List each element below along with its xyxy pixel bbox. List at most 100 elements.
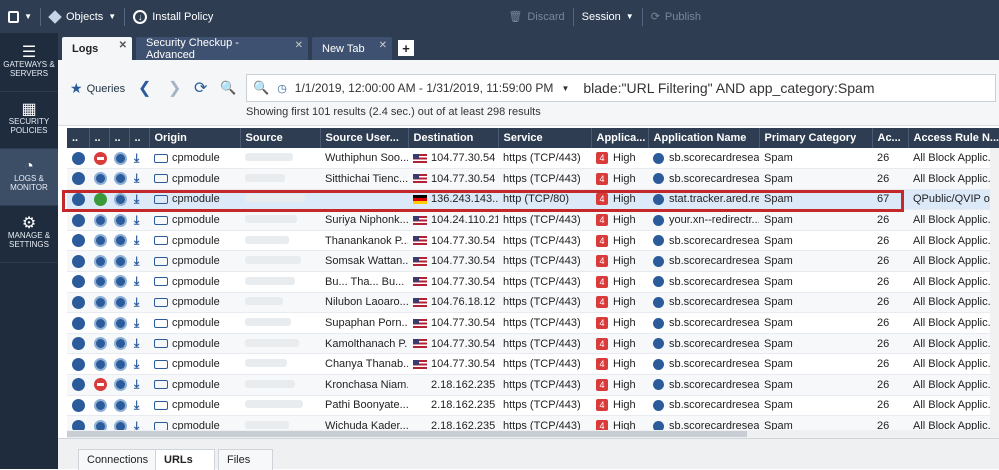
query-text[interactable]: blade:"URL Filtering" AND app_category:S…: [583, 80, 874, 96]
rule-cell: QPublic/QVIP o...: [908, 189, 999, 211]
column-header[interactable]: Source: [240, 128, 321, 148]
destination-cell: 2.18.162.235: [408, 374, 498, 396]
tab-files[interactable]: Files: [218, 449, 273, 470]
discard-button[interactable]: 🗑 Discard: [500, 0, 572, 33]
close-icon[interactable]: ✕: [119, 40, 127, 51]
time-range[interactable]: 1/1/2019, 12:00:00 AM - 1/31/2019, 11:59…: [295, 81, 554, 95]
queries-button[interactable]: ★ Queries: [70, 80, 125, 97]
risk-cell: 4 High: [591, 148, 648, 170]
source-cell: [240, 312, 320, 334]
table-row[interactable]: ⤓ cpmodule Sitthichai Tienc... 104.77.30.54…: [67, 168, 999, 190]
clock-icon: ◷: [277, 82, 287, 95]
tab-new-tab[interactable]: New Tab ✕: [312, 37, 392, 60]
country-flag-icon: [413, 298, 427, 308]
table-row[interactable]: ⤓ cpmodule Kamolthanach P... 104.77.30.54 ht…: [67, 333, 999, 355]
close-icon[interactable]: ✕: [295, 40, 303, 51]
ac-text: 26: [877, 399, 890, 412]
table-row[interactable]: ⤓ cpmodule Chanya Thanab... 104.77.30.54 htt…: [67, 353, 999, 376]
table-row[interactable]: ⤓ cpmodule Wuthiphun Soo... 104.77.30.54 htt…: [67, 148, 999, 170]
application-icon: [653, 358, 664, 370]
tab-urls[interactable]: URLs: [155, 449, 215, 470]
risk-cell: 4 High: [591, 353, 648, 376]
block-icon: [94, 151, 107, 165]
refresh-icon[interactable]: ⟳: [194, 78, 207, 98]
log-search-box[interactable]: 🔍 ◷ 1/1/2019, 12:00:00 AM - 1/31/2019, 1…: [246, 74, 996, 102]
application-text: sb.scorecardresea...: [669, 337, 759, 350]
sidebar-item-manage-settings[interactable]: ⚙ MANAGE & SETTINGS: [0, 206, 58, 263]
download-icon: ⤓: [134, 171, 140, 186]
origin-text: cpmodule: [172, 152, 220, 165]
vertical-scrollbar[interactable]: [990, 148, 999, 430]
column-header[interactable]: Service: [498, 128, 592, 148]
table-row[interactable]: ⤓ cpmodule Supaphan Porn... 104.77.30.54 htt…: [67, 312, 999, 334]
session-menu[interactable]: Session ▼: [574, 0, 642, 33]
origin-text: cpmodule: [172, 255, 220, 268]
back-arrow-icon[interactable]: ❮: [138, 78, 151, 98]
chevron-down-icon[interactable]: ▼: [561, 84, 569, 93]
objects-menu[interactable]: Objects ▼: [41, 0, 124, 33]
risk-cell: 4 High: [591, 292, 648, 314]
tab-connections[interactable]: Connections: [78, 449, 158, 470]
application-icon: [653, 379, 664, 391]
origin-cell: cpmodule: [149, 209, 240, 231]
scrollbar-thumb[interactable]: [67, 431, 747, 437]
country-flag-icon: [413, 236, 427, 246]
rule-text: All Block Applic...: [913, 152, 997, 165]
risk-cell: 4 High: [591, 374, 648, 396]
download-cell: ⤓: [129, 250, 149, 273]
source-cell: [240, 168, 320, 190]
close-icon[interactable]: ✕: [379, 40, 387, 51]
horizontal-scrollbar[interactable]: [67, 430, 999, 438]
column-header[interactable]: Primary Category: [759, 128, 873, 148]
column-header[interactable]: Origin: [149, 128, 241, 148]
selection-highlight: [62, 190, 904, 212]
app-menu-button[interactable]: ▼: [0, 0, 40, 33]
table-row[interactable]: ⤓ cpmodule Suriya Niphonk... 104.24.110.218…: [67, 209, 999, 231]
action-cell: [89, 395, 109, 417]
session-label: Session: [581, 10, 621, 23]
gauge-icon: ◔: [24, 158, 34, 175]
sidebar-item-logs-monitor[interactable]: ◔ LOGS & MONITOR: [0, 149, 58, 206]
table-row[interactable]: ⤓ cpmodule Nilubon Laoaro... 104.76.18.12 ht…: [67, 292, 999, 314]
origin-text: cpmodule: [172, 358, 220, 371]
table-row[interactable]: ⤓ cpmodule Bu... Tha... Bu... 104.77.30.54 h…: [67, 271, 999, 293]
column-header[interactable]: ..: [89, 128, 110, 148]
sidebar-item-gateways[interactable]: ☰ GATEWAYS & SERVERS: [0, 35, 58, 92]
table-row[interactable]: ⤓ cpmodule Thanankanok P... 104.77.30.54 htt…: [67, 230, 999, 252]
chevron-down-icon: ▼: [108, 12, 117, 21]
column-header[interactable]: Destination: [408, 128, 499, 148]
search-options-icon[interactable]: 🔍: [220, 80, 236, 96]
source-cell: [240, 353, 320, 376]
origin-text: cpmodule: [172, 172, 220, 185]
column-header[interactable]: Source User...: [320, 128, 409, 148]
column-header[interactable]: ..: [129, 128, 150, 148]
column-header[interactable]: Application Name: [648, 128, 760, 148]
tab-logs[interactable]: Logs ✕: [62, 37, 132, 60]
table-row[interactable]: ⤓ cpmodule Pathi Boonyate... 2.18.162.235 ht…: [67, 395, 999, 417]
rule-cell: All Block Applic...: [908, 395, 999, 417]
action-cell: [89, 230, 109, 252]
sidebar-item-security-policies[interactable]: ▦ SECURITY POLICIES: [0, 92, 58, 149]
column-header[interactable]: ..: [109, 128, 130, 148]
gateway-icon: [154, 380, 168, 390]
add-tab-button[interactable]: +: [398, 40, 414, 56]
block-icon: [94, 378, 107, 392]
table-row[interactable]: ⤓ cpmodule Somsak Wattan... 104.77.30.54 htt…: [67, 250, 999, 273]
destination-cell: 104.24.110.218: [408, 209, 498, 231]
table-row[interactable]: ⤓ cpmodule Kronchasa Niam... 2.18.162.235 ht…: [67, 374, 999, 396]
application-text: sb.scorecardresea...: [669, 317, 759, 330]
ac-text: 26: [877, 152, 890, 165]
service-cell: https (TCP/443): [498, 292, 591, 314]
sidebar-item-label: MANAGE & SETTINGS: [7, 231, 51, 249]
type-cell: [109, 395, 129, 417]
publish-button[interactable]: ⟳ Publish: [643, 0, 709, 33]
source-user-cell: Supaphan Porn...: [320, 312, 408, 334]
column-header[interactable]: Applica...: [591, 128, 649, 148]
column-header[interactable]: ..: [67, 128, 90, 148]
install-policy-button[interactable]: ↓ Install Policy: [125, 0, 221, 33]
forward-arrow-icon[interactable]: ❯: [168, 78, 181, 98]
tab-security-checkup[interactable]: Security Checkup - Advanced ✕: [136, 37, 308, 61]
column-header[interactable]: Ac...: [872, 128, 909, 148]
source-user-text: Bu... Tha... Bu...: [325, 275, 405, 288]
column-header[interactable]: Access Rule N...: [908, 128, 999, 148]
